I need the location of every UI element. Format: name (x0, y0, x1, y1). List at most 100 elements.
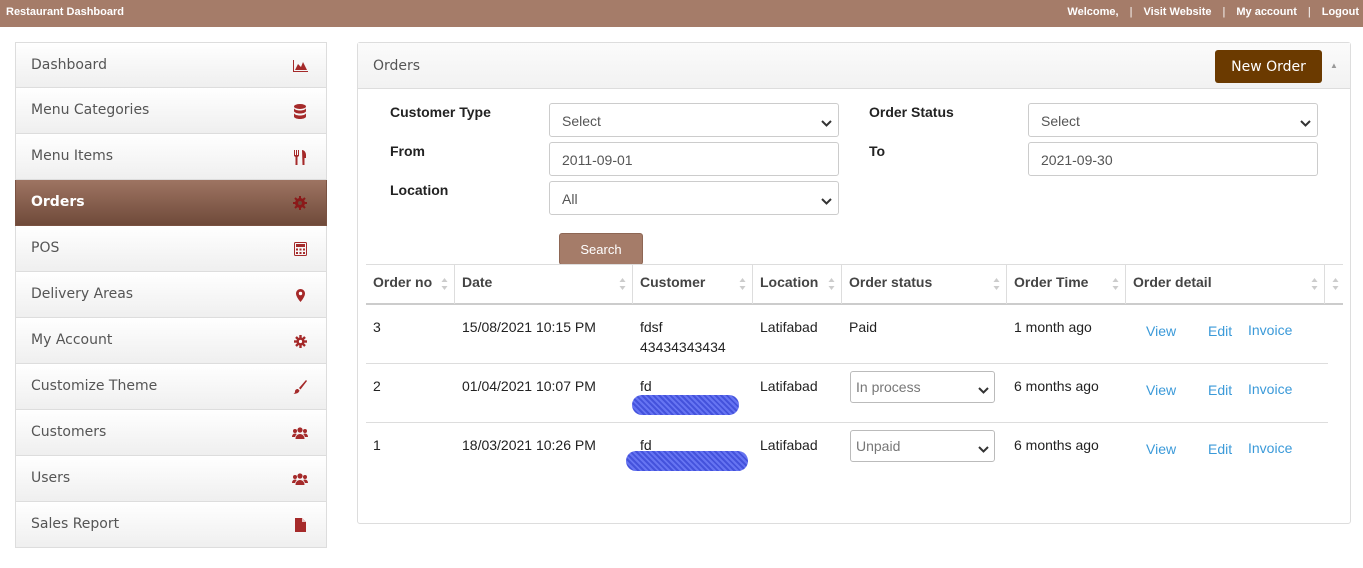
sidebar-item-dashboard[interactable]: Dashboard (15, 42, 327, 88)
view-link[interactable]: View (1146, 323, 1176, 339)
column-header-customer[interactable]: Customer (633, 265, 753, 304)
sort-icon (739, 277, 746, 291)
sort-icon (828, 277, 835, 291)
sort-icon (1112, 277, 1119, 291)
to-date-input[interactable]: 2021-09-30 (1028, 142, 1318, 176)
column-label: Customer (640, 274, 706, 290)
view-link[interactable]: View (1146, 441, 1176, 457)
chevron-down-icon (978, 382, 989, 398)
sidebar-item-sales-report[interactable]: Sales Report (15, 502, 327, 548)
sidebar-item-menu-categories[interactable]: Menu Categories (15, 88, 327, 134)
invoice-link[interactable]: Invoice (1248, 381, 1292, 397)
select-value: Select (562, 113, 601, 129)
location-cell: Latifabad (760, 437, 818, 453)
calculator-icon (292, 241, 308, 257)
order-status-select[interactable]: Unpaid (850, 430, 995, 462)
date-cell: 15/08/2021 10:15 PM (462, 319, 596, 335)
users-icon (292, 425, 308, 441)
input-value: 2011-09-01 (562, 152, 633, 168)
sidebar-item-label: Menu Categories (31, 102, 150, 118)
sidebar: Dashboard Menu Categories Menu Items Ord… (15, 42, 327, 548)
order-status-select[interactable]: Select (1028, 103, 1318, 137)
invoice-link[interactable]: Invoice (1248, 440, 1292, 456)
my-account-link[interactable]: My account (1236, 6, 1297, 18)
file-icon (292, 517, 308, 533)
customer-type-select[interactable]: Select (549, 103, 839, 137)
location-label: Location (390, 182, 449, 198)
column-header-extra[interactable] (1325, 265, 1343, 304)
select-value: All (562, 191, 578, 207)
chevron-down-icon (978, 441, 989, 457)
edit-link[interactable]: Edit (1208, 323, 1232, 339)
chevron-down-icon (821, 115, 832, 131)
sidebar-item-orders[interactable]: Orders (15, 180, 327, 226)
sort-icon (441, 277, 448, 291)
redaction-scribble (626, 451, 748, 471)
sidebar-item-customize-theme[interactable]: Customize Theme (15, 364, 327, 410)
view-link[interactable]: View (1146, 382, 1176, 398)
new-order-button[interactable]: New Order (1215, 50, 1322, 83)
column-header-date[interactable]: Date (455, 265, 633, 304)
column-header-order-time[interactable]: Order Time (1007, 265, 1126, 304)
select-value: Select (1041, 113, 1080, 129)
column-header-order-detail[interactable]: Order detail (1126, 265, 1325, 304)
order-time-cell: 6 months ago (1014, 437, 1099, 453)
sidebar-item-my-account[interactable]: My Account (15, 318, 327, 364)
invoice-link[interactable]: Invoice (1248, 322, 1292, 338)
date-cell: 18/03/2021 10:26 PM (462, 437, 596, 453)
location-select[interactable]: All (549, 181, 839, 215)
sidebar-item-label: Dashboard (31, 57, 107, 73)
visit-website-link[interactable]: Visit Website (1143, 6, 1211, 18)
chevron-down-icon (821, 193, 832, 209)
column-label: Order detail (1133, 274, 1212, 290)
edit-link[interactable]: Edit (1208, 382, 1232, 398)
sidebar-item-delivery-areas[interactable]: Delivery Areas (15, 272, 327, 318)
from-date-input[interactable]: 2011-09-01 (549, 142, 839, 176)
area-chart-icon (292, 58, 308, 74)
chevron-down-icon (1300, 115, 1311, 131)
sort-icon (619, 277, 626, 291)
table-row: 2 01/04/2021 10:07 PM fd Latifabad In pr… (366, 364, 1328, 423)
table-header: Order no Date Customer Location Order st… (366, 264, 1343, 305)
sort-icon (993, 277, 1000, 291)
search-button[interactable]: Search (559, 233, 643, 265)
order-no-cell: 2 (373, 378, 381, 394)
collapse-icon[interactable]: ▲ (1330, 61, 1338, 70)
column-header-order-no[interactable]: Order no (366, 265, 455, 304)
select-value: Unpaid (856, 438, 901, 454)
database-icon (292, 103, 308, 119)
map-marker-icon (292, 287, 308, 303)
sidebar-item-menu-items[interactable]: Menu Items (15, 134, 327, 180)
order-status-label: Order Status (869, 104, 954, 120)
column-label: Order Time (1014, 274, 1089, 290)
redaction-scribble (632, 395, 739, 415)
column-header-location[interactable]: Location (753, 265, 842, 304)
location-cell: Latifabad (760, 319, 818, 335)
separator: | (1222, 6, 1226, 18)
column-label: Date (462, 274, 493, 290)
order-status-select[interactable]: In process (850, 371, 995, 403)
sidebar-item-label: Customers (31, 424, 107, 440)
customer-type-label: Customer Type (390, 104, 491, 120)
order-time-cell: 1 month ago (1014, 319, 1092, 335)
input-value: 2021-09-30 (1041, 152, 1113, 168)
panel-header: Orders New Order ▲ (358, 43, 1350, 89)
sidebar-item-customers[interactable]: Customers (15, 410, 327, 456)
table-row: 3 15/08/2021 10:15 PM fdsf 43434343434 L… (366, 305, 1328, 364)
edit-link[interactable]: Edit (1208, 441, 1232, 457)
sidebar-item-label: Delivery Areas (31, 286, 134, 302)
sort-icon (1311, 277, 1318, 291)
paint-brush-icon (292, 379, 308, 395)
column-header-order-status[interactable]: Order status (842, 265, 1007, 304)
customer-name-cell: fd (640, 378, 652, 394)
separator: | (1129, 6, 1133, 18)
orders-panel: Orders New Order ▲ Customer Type Select … (357, 42, 1351, 524)
logout-link[interactable]: Logout (1322, 6, 1359, 18)
users-icon (292, 471, 308, 487)
order-no-cell: 1 (373, 437, 381, 453)
sidebar-item-pos[interactable]: POS (15, 226, 327, 272)
cog-icon (292, 333, 308, 349)
gear-flower-icon (292, 195, 308, 211)
table-row: 1 18/03/2021 10:26 PM fd Latifabad Unpai… (366, 423, 1328, 482)
sidebar-item-users[interactable]: Users (15, 456, 327, 502)
